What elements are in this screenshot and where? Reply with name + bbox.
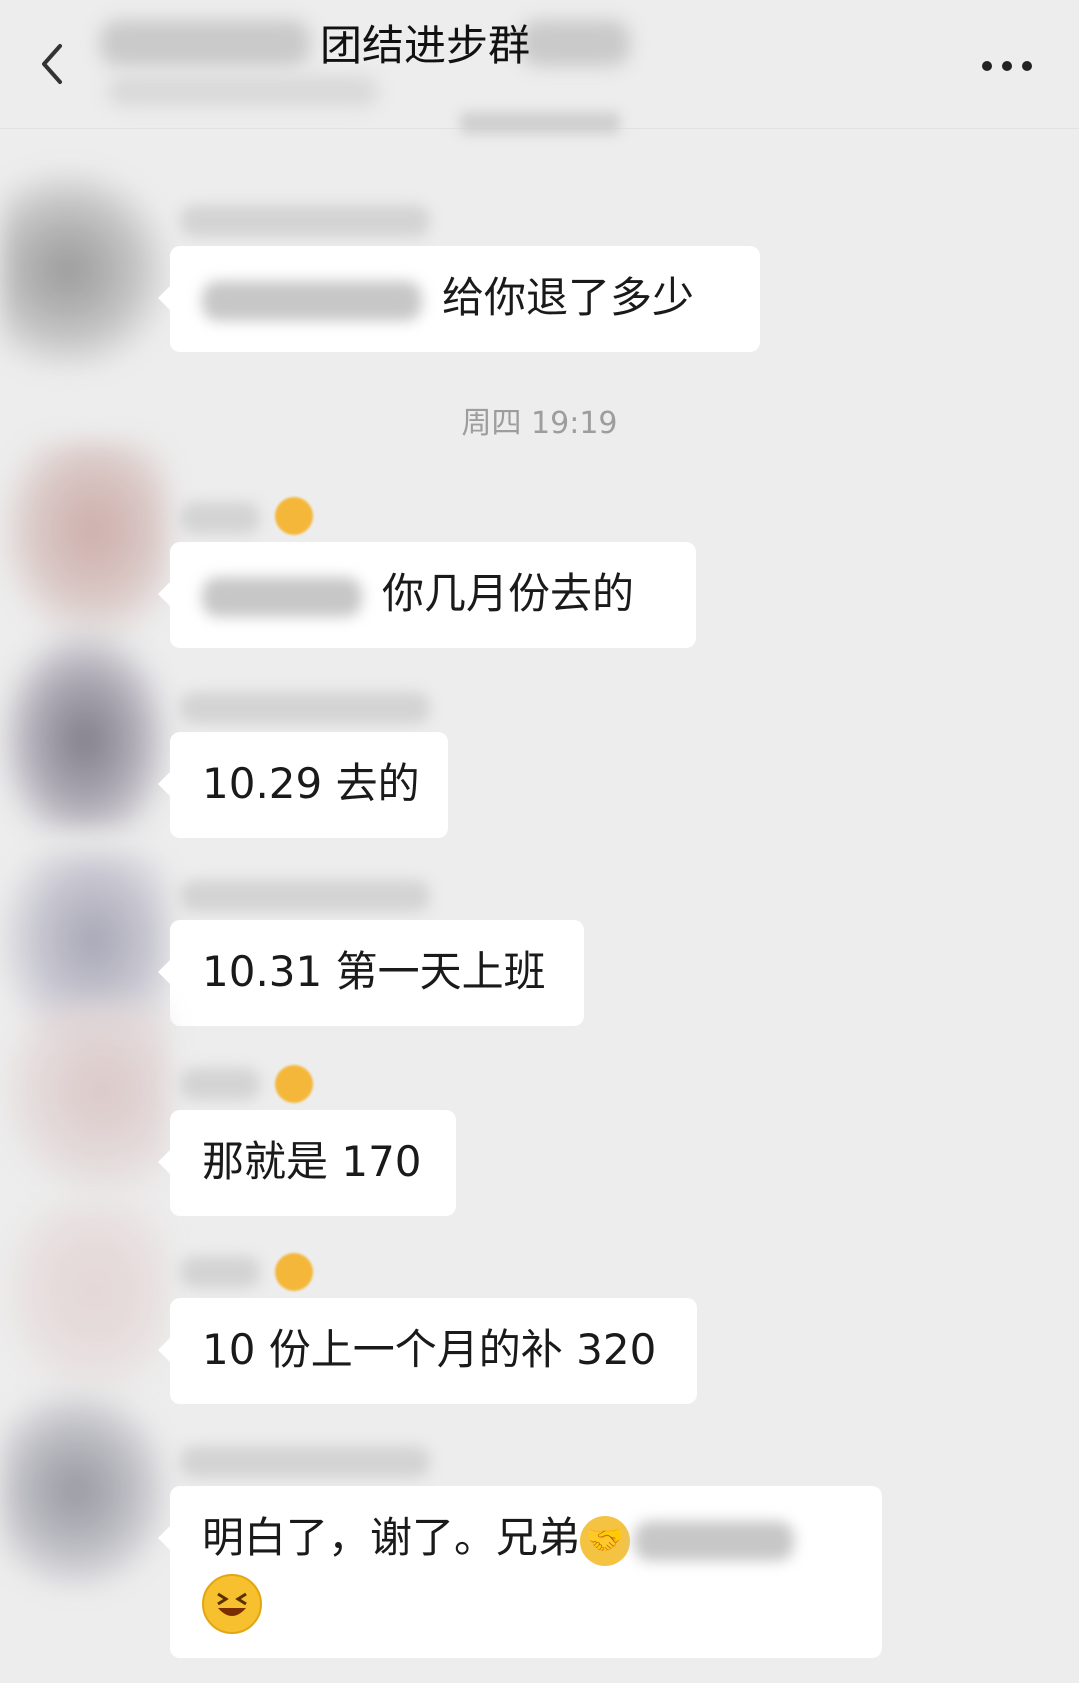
sender-name [180,880,430,912]
message-bubble[interactable]: 明白了，谢了。兄弟 🤝 [158,1486,882,1658]
sender-name [180,1068,260,1100]
more-horizontal-icon [982,61,1032,71]
message-bubble[interactable]: 10.29 去的 [158,732,448,838]
mention-tag [202,576,362,617]
grinning-squint-emoji-icon [202,1574,262,1634]
mention-tag [202,280,422,321]
back-button[interactable] [30,36,78,92]
bubble-tail [158,286,170,310]
chevron-left-icon [42,44,62,84]
avatar[interactable] [0,440,170,640]
avatar[interactable] [0,1200,170,1400]
sender-name [180,205,430,237]
blurred-group-name-left [100,20,310,66]
blurred-member-count [108,76,378,106]
avatar[interactable] [0,170,170,370]
message-bubble[interactable]: 你几月份去的 [158,542,696,648]
bubble-tail [158,772,170,796]
message-bubble[interactable]: 那就是 170 [158,1110,456,1216]
avatar[interactable] [0,1000,170,1200]
sender-emoji-icon [275,497,313,535]
message-bubble[interactable]: 10.31 第一天上班 [158,920,584,1026]
handshake-icon: 🤝 [580,1515,631,1566]
chat-title: 团结进步群 [320,21,531,70]
message-bubble[interactable]: 给你退了多少 [158,246,760,352]
sender-name [180,692,430,724]
timestamp-partial [460,112,620,134]
message-bubble[interactable]: 10 份上一个月的补 320 [158,1298,697,1404]
message-text: 10.29 去的 [202,759,420,808]
chat-header: 团结进步群 [0,0,1079,129]
sender-emoji-icon [275,1253,313,1291]
avatar[interactable] [0,630,170,830]
avatar[interactable] [0,1390,170,1590]
message-text: 明白了，谢了。兄弟 [202,1513,581,1562]
bubble-tail [158,1150,170,1174]
sender-name [180,502,260,534]
bubble-tail [158,1526,170,1550]
sender-name [180,1256,260,1288]
message-text: 你几月份去的 [382,569,635,618]
message-text: 给你退了多少 [442,273,695,322]
bubble-tail [158,1338,170,1362]
mention-tag [634,1520,795,1561]
message-text: 10 份上一个月的补 320 [202,1325,657,1374]
more-button[interactable] [975,46,1039,86]
timestamp: 周四 19:19 [461,406,618,441]
message-text: 10.31 第一天上班 [202,947,546,996]
bubble-tail [158,960,170,984]
message-text: 那就是 170 [202,1137,422,1186]
bubble-tail [158,582,170,606]
sender-emoji-icon [275,1065,313,1103]
sender-name [180,1446,430,1478]
